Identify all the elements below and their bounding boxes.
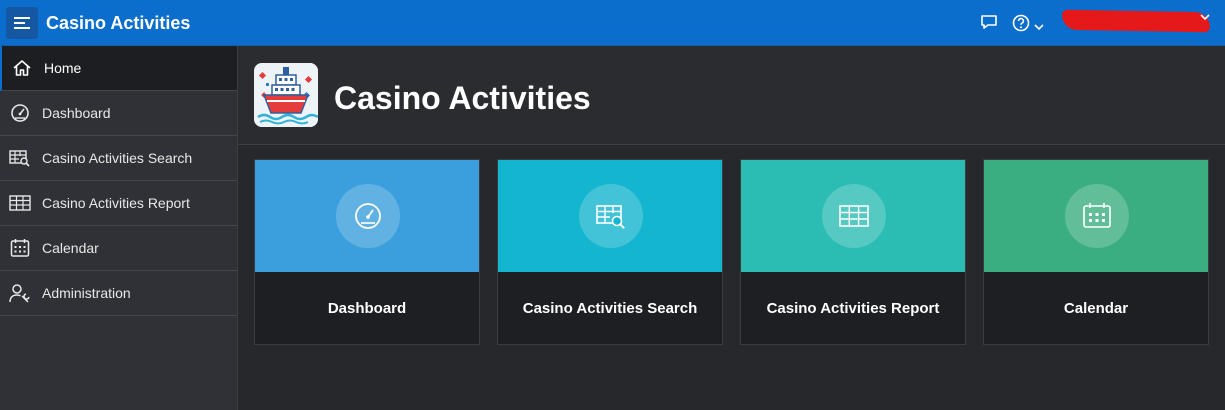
sidebar-item-label: Calendar xyxy=(42,240,99,256)
card-label: Casino Activities Report xyxy=(766,299,940,317)
user-wrench-icon xyxy=(9,282,31,304)
card-label: Dashboard xyxy=(327,299,407,317)
table-search-icon xyxy=(9,147,31,169)
user-menu-redacted[interactable] xyxy=(1061,9,1211,33)
chat-bubble-icon[interactable] xyxy=(980,14,998,30)
sidebar-item-dashboard[interactable]: Dashboard xyxy=(0,91,237,136)
gauge-icon xyxy=(9,102,31,124)
hero-region: Casino Activities xyxy=(238,46,1225,145)
sidebar-item-label: Casino Activities Search xyxy=(42,150,193,166)
user-chevron-down-icon[interactable] xyxy=(1200,14,1210,20)
calendar-icon xyxy=(9,237,31,259)
sidebar-navigation: Home Dashboard Casino Activities Search … xyxy=(0,46,238,410)
help-menu[interactable] xyxy=(1012,14,1044,37)
sidebar-item-label: Casino Activities Report xyxy=(42,195,190,211)
table-icon xyxy=(822,184,886,248)
help-question-icon xyxy=(1012,14,1030,37)
sidebar-item-label: Home xyxy=(44,60,82,76)
sidebar-item-label: Administration xyxy=(42,285,131,301)
sidebar-item-administration[interactable]: Administration xyxy=(0,271,237,316)
chevron-down-icon xyxy=(1034,17,1044,35)
sidebar-item-casino-activities-search[interactable]: Casino Activities Search xyxy=(0,136,237,181)
sidebar-item-label: Dashboard xyxy=(42,105,111,121)
card-label: Calendar xyxy=(1063,299,1129,317)
card-casino-activities-report[interactable]: Casino Activities Report xyxy=(740,159,966,345)
sidebar-item-calendar[interactable]: Calendar xyxy=(0,226,237,271)
card-casino-activities-search[interactable]: Casino Activities Search xyxy=(497,159,723,345)
sidebar-item-casino-activities-report[interactable]: Casino Activities Report xyxy=(0,181,237,226)
sidebar-item-home[interactable]: Home xyxy=(0,46,237,91)
hamburger-menu-icon[interactable] xyxy=(6,7,38,39)
home-icon xyxy=(11,57,33,79)
gauge-icon xyxy=(336,184,400,248)
table-search-icon xyxy=(579,184,643,248)
app-title[interactable]: Casino Activities xyxy=(46,13,190,34)
top-navigation-bar: Casino Activities xyxy=(0,0,1225,46)
card-calendar[interactable]: Calendar xyxy=(983,159,1209,345)
main-content: Casino Activities Dashboard Casino Activ… xyxy=(238,46,1225,410)
card-dashboard[interactable]: Dashboard xyxy=(254,159,480,345)
card-label: Casino Activities Search xyxy=(522,299,698,317)
page-title: Casino Activities xyxy=(334,80,591,116)
cruise-ship-logo xyxy=(254,63,318,127)
table-icon xyxy=(9,192,31,214)
calendar-icon xyxy=(1065,184,1129,248)
